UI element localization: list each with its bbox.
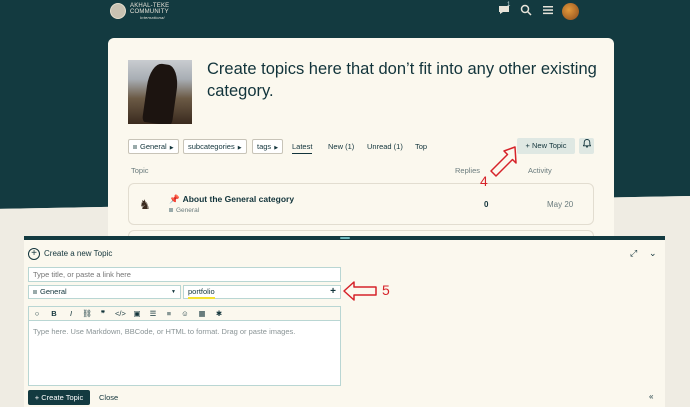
- tab-latest[interactable]: Latest: [292, 139, 313, 154]
- col-replies-header[interactable]: Replies: [455, 166, 480, 175]
- composer-category-select[interactable]: General ▼: [28, 285, 181, 299]
- topic-title[interactable]: 📌 About the General category: [169, 194, 294, 205]
- category-card: Create topics here that don’t fit into a…: [108, 38, 614, 253]
- annotation-number-5: 5: [382, 282, 390, 298]
- composer-resize-grip[interactable]: [340, 237, 350, 239]
- bell-icon: [581, 139, 592, 148]
- new-topic-button[interactable]: + New Topic: [517, 138, 575, 154]
- italic-icon[interactable]: I: [66, 309, 76, 318]
- category-dropdown[interactable]: General ▶: [128, 139, 179, 154]
- annotation-number-4: 4: [480, 173, 488, 189]
- tags-label: tags: [257, 142, 272, 151]
- create-topic-icon: +: [28, 248, 40, 260]
- composer-title: Create a new Topic: [44, 249, 113, 259]
- tab-top[interactable]: Top: [415, 139, 427, 154]
- topic-category-badge[interactable]: General: [169, 207, 199, 214]
- collapse-icon[interactable]: «: [649, 392, 653, 401]
- tag-chooser[interactable]: portfolio +: [183, 285, 341, 299]
- category-dropdown-label: General: [140, 142, 167, 151]
- logo-line-3: International: [140, 15, 165, 20]
- composer-panel: + Create a new Topic ⤢ ⌄ General▼ portfol…: [24, 236, 665, 407]
- subcategories-label: subcategories: [188, 142, 235, 151]
- category-description: Create topics here that don’t fit into a…: [207, 60, 597, 100]
- hamburger-icon[interactable]: [541, 4, 555, 18]
- tags-dropdown[interactable]: tags ▶: [252, 139, 284, 154]
- quote-icon[interactable]: ❞: [98, 309, 108, 318]
- search-icon[interactable]: [519, 4, 533, 18]
- col-topic-header[interactable]: Topic: [131, 166, 149, 175]
- topic-title-input[interactable]: [28, 267, 341, 282]
- topic-activity[interactable]: May 20: [547, 200, 573, 209]
- bold-icon[interactable]: B: [49, 309, 59, 318]
- link-icon[interactable]: ⛓: [82, 309, 92, 318]
- pin-icon: 📌: [169, 194, 180, 204]
- tab-unread[interactable]: Unread (1): [367, 139, 403, 154]
- emoji-icon[interactable]: ☺: [180, 309, 190, 318]
- bullet-list-icon[interactable]: ☰: [148, 309, 158, 318]
- user-avatar[interactable]: [562, 3, 579, 20]
- calendar-icon[interactable]: ▦: [197, 309, 207, 318]
- composer-editor[interactable]: Type here. Use Markdown, BBCode, or HTML…: [28, 320, 341, 386]
- add-tag-icon[interactable]: +: [330, 286, 336, 298]
- chevron-down-icon[interactable]: ⌄: [649, 248, 657, 259]
- site-header: AKHAL-TEKE COMMUNITY International 1: [0, 0, 690, 24]
- notification-count: 1: [507, 2, 511, 8]
- site-logo[interactable]: [110, 3, 126, 19]
- tab-new[interactable]: New (1): [328, 139, 354, 154]
- code-icon[interactable]: </>: [115, 309, 126, 318]
- topic-replies: 0: [484, 200, 489, 209]
- tag-value: portfolio: [188, 287, 215, 299]
- notification-level-button[interactable]: [579, 138, 594, 154]
- table-row[interactable]: ♞ 📌 About the General category General 0 …: [128, 183, 594, 225]
- composer-category-value: General: [40, 287, 67, 296]
- topic-thumbnail: ♞: [139, 197, 151, 212]
- topic-category-label: General: [176, 207, 200, 214]
- create-topic-button[interactable]: + Create Topic: [28, 390, 90, 405]
- subcategories-dropdown[interactable]: subcategories ▶: [183, 139, 247, 154]
- site-logo-text[interactable]: AKHAL-TEKE COMMUNITY International: [130, 3, 190, 21]
- speech-bubble-icon[interactable]: ○: [32, 309, 42, 318]
- col-activity-header[interactable]: Activity: [528, 166, 552, 175]
- numbered-list-icon[interactable]: ≡: [164, 309, 174, 318]
- topic-title-text: About the General category: [182, 194, 295, 204]
- editor-toolbar: ○ B I ⛓ ❞ </> ▣ ☰ ≡ ☺ ▦ ✱: [28, 306, 341, 321]
- gear-icon[interactable]: ✱: [214, 309, 224, 318]
- plus-icon: +: [34, 393, 40, 402]
- expand-icon[interactable]: ⤢: [630, 248, 637, 259]
- plus-icon: +: [525, 141, 530, 150]
- annotation-arrow-5: [343, 281, 377, 301]
- composer-header: + Create a new Topic: [28, 248, 112, 260]
- close-composer-link[interactable]: Close: [99, 393, 118, 402]
- category-image: [128, 60, 192, 124]
- image-icon[interactable]: ▣: [132, 309, 142, 318]
- new-topic-label: New Topic: [532, 141, 567, 150]
- create-topic-label: Create Topic: [41, 393, 84, 402]
